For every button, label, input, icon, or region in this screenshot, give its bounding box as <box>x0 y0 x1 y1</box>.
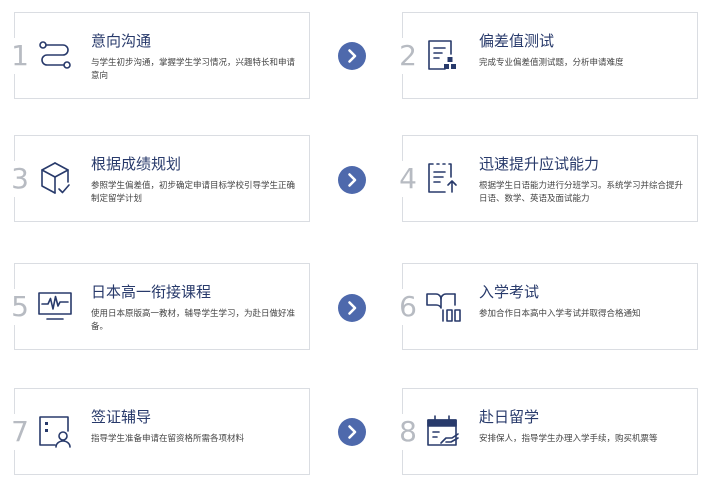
step-card-4: 4 迅速提升应试能力 根据学生日语能力进行分班学习。系统学习并综合提升日语、数学… <box>393 135 698 222</box>
step-title: 日本高一衔接课程 <box>91 283 212 301</box>
box-check-icon <box>37 160 73 196</box>
route-icon <box>37 37 73 73</box>
chevron-right-icon <box>338 294 366 322</box>
step-description: 使用日本原版高一教材，辅导学生学习，为赴日做好准备。 <box>91 309 296 332</box>
test-sheet-icon <box>425 37 461 73</box>
step-description: 与学生初步沟通，掌握学生学习情况，兴趣特长和申请意向 <box>91 58 296 81</box>
step-title: 入学考试 <box>479 283 540 301</box>
progress-doc-icon <box>425 160 461 196</box>
chevron-right-icon <box>338 418 366 446</box>
step-card-6: 6 入学考试 参加合作日本高中入学考试并取得合格通知 <box>393 263 698 350</box>
monitor-icon <box>37 288 73 324</box>
step-title: 迅速提升应试能力 <box>479 155 600 173</box>
step-description: 安排保人，指导学生办理入学手续，购买机票等 <box>479 434 658 444</box>
step-title: 根据成绩规划 <box>91 155 182 173</box>
step-title: 意向沟通 <box>91 32 152 50</box>
step-number: 4 <box>393 161 423 197</box>
calendar-hand-icon <box>425 413 461 449</box>
chevron-right-icon <box>338 42 366 70</box>
step-number: 5 <box>5 289 35 325</box>
step-description: 参照学生偏差值，初步确定申请目标学校引导学生正确制定留学计划 <box>91 181 296 204</box>
step-number: 3 <box>5 161 35 197</box>
step-card-8: 8 赴日留学 安排保人，指导学生办理入学手续，购买机票等 <box>393 388 698 475</box>
book-score-icon <box>425 288 461 324</box>
step-number: 7 <box>5 414 35 450</box>
step-title: 签证辅导 <box>91 408 152 426</box>
step-card-3: 3 根据成绩规划 参照学生偏差值，初步确定申请目标学校引导学生正确制定留学计划 <box>5 135 310 222</box>
step-card-7: 7 签证辅导 指导学生准备申请在留资格所需各项材料 <box>5 388 310 475</box>
step-card-1: 1 意向沟通 与学生初步沟通，掌握学生学习情况，兴趣特长和申请意向 <box>5 12 310 99</box>
chevron-right-icon <box>338 166 366 194</box>
step-description: 根据学生日语能力进行分班学习。系统学习并综合提升日语、数学、英语及面试能力 <box>479 181 684 204</box>
step-number: 8 <box>393 414 423 450</box>
step-number: 1 <box>5 38 35 74</box>
step-description: 指导学生准备申请在留资格所需各项材料 <box>91 434 245 444</box>
step-card-2: 2 偏差值测试 完成专业偏差值测试题，分析申请难度 <box>393 12 698 99</box>
step-description: 完成专业偏差值测试题，分析申请难度 <box>479 58 624 68</box>
step-title: 赴日留学 <box>479 408 540 426</box>
id-card-icon <box>37 413 73 449</box>
step-number: 2 <box>393 38 423 74</box>
step-description: 参加合作日本高中入学考试并取得合格通知 <box>479 309 641 319</box>
step-title: 偏差值测试 <box>479 32 555 50</box>
step-card-5: 5 日本高一衔接课程 使用日本原版高一教材，辅导学生学习，为赴日做好准备。 <box>5 263 310 350</box>
step-number: 6 <box>393 289 423 325</box>
